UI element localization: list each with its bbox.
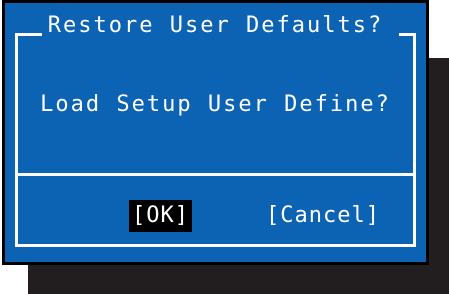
ok-button[interactable]: [OK] [129,200,192,232]
dialog-title: Restore User Defaults? [47,13,384,38]
cancel-button[interactable]: [Cancel] [263,200,383,232]
frame-right [413,33,416,247]
bios-screen: Restore User Defaults? Load Setup User D… [0,0,449,294]
dialog-message: Load Setup User Define? [40,92,391,117]
frame-bottom [15,244,416,247]
frame-left [15,33,18,247]
restore-defaults-dialog: Restore User Defaults? Load Setup User D… [2,0,429,265]
frame-separator [15,173,416,176]
